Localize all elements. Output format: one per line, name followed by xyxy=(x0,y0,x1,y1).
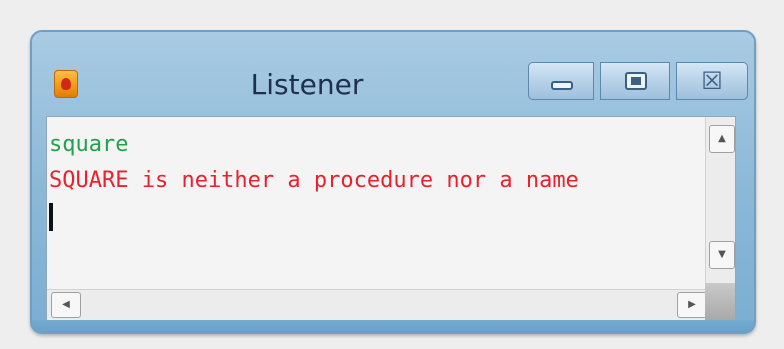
title-bar[interactable]: Listener ☒ xyxy=(32,32,754,114)
command-line: square xyxy=(49,132,129,157)
listener-console-area[interactable]: square SQUARE is neither a procedure nor… xyxy=(46,116,736,322)
minimize-button[interactable] xyxy=(528,62,594,100)
scroll-down-button[interactable]: ▼ xyxy=(709,241,735,269)
error-message-line: SQUARE is neither a procedure nor a name xyxy=(49,168,579,193)
text-cursor xyxy=(49,203,53,231)
listener-window: Listener ☒ square SQUARE is neither a pr… xyxy=(30,30,756,334)
window-controls: ☒ xyxy=(528,62,750,102)
scroll-left-button[interactable]: ◀ xyxy=(51,292,81,318)
scroll-up-button[interactable]: ▲ xyxy=(709,125,735,153)
scroll-right-button[interactable]: ▶ xyxy=(677,292,707,318)
resize-grip[interactable] xyxy=(705,283,735,321)
console-output[interactable]: square SQUARE is neither a procedure nor… xyxy=(49,127,699,231)
logo-app-icon[interactable] xyxy=(54,70,78,98)
close-button[interactable]: ☒ xyxy=(676,62,748,100)
maximize-button[interactable] xyxy=(600,62,670,100)
minimize-icon xyxy=(551,81,573,90)
horizontal-scrollbar[interactable]: ◀ ▶ xyxy=(47,289,707,321)
window-bottom-border xyxy=(32,320,754,332)
maximize-icon xyxy=(625,72,647,90)
close-icon: ☒ xyxy=(701,67,723,95)
window-title: Listener xyxy=(250,68,364,101)
